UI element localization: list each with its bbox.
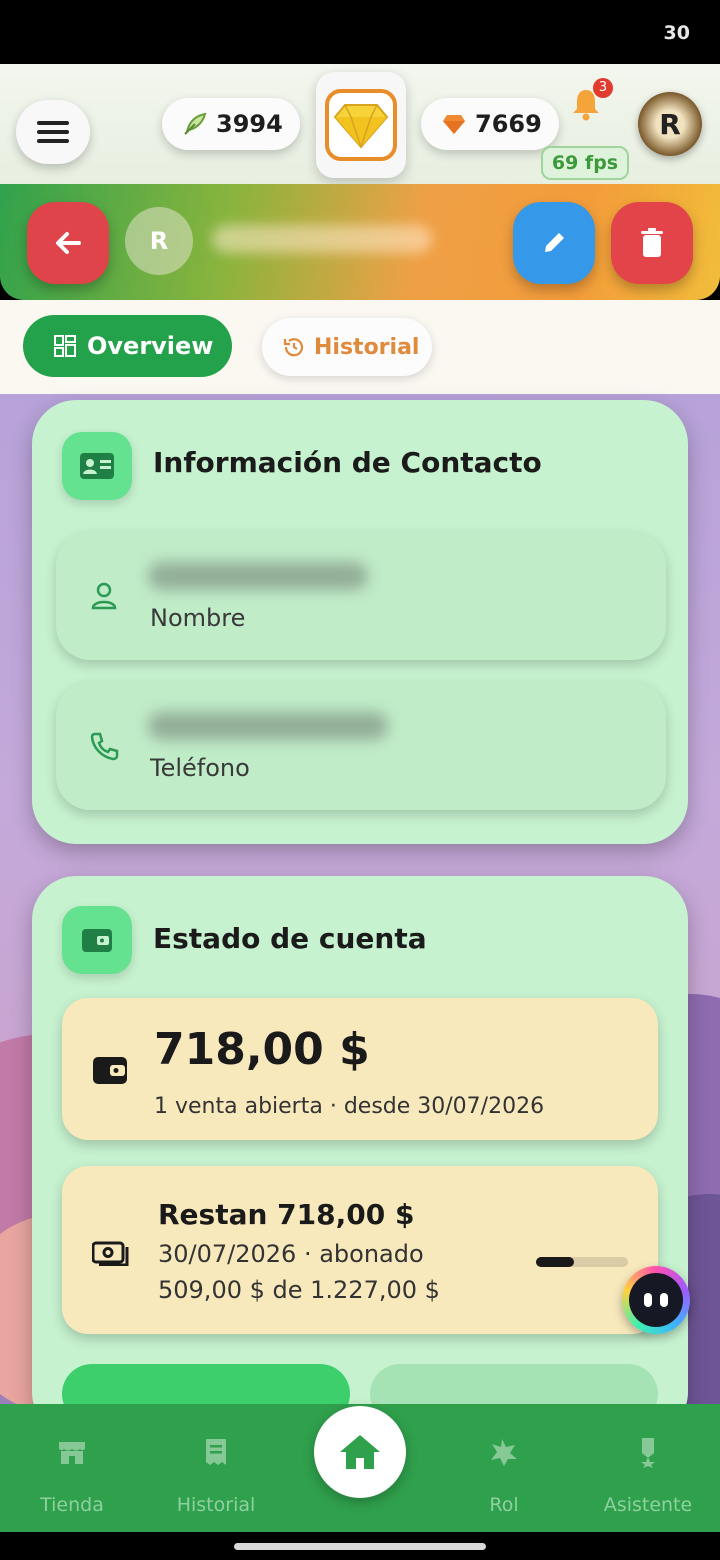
name-value-redacted xyxy=(148,562,368,590)
home-icon xyxy=(340,1435,380,1469)
contact-card-icon xyxy=(62,432,132,500)
edit-button[interactable] xyxy=(513,202,595,284)
paid-progress-fill xyxy=(536,1257,575,1267)
profile-initial: R xyxy=(659,107,681,141)
nav-label-rol: Rol xyxy=(489,1494,519,1516)
arrow-left-icon xyxy=(56,232,81,254)
gem-currency-pill[interactable]: 7669 xyxy=(421,98,559,150)
tab-overview-label: Overview xyxy=(87,332,214,360)
store-icon xyxy=(59,1442,85,1464)
notification-badge: 3 xyxy=(593,78,613,98)
nav-item-asistente[interactable]: Asistente xyxy=(576,1404,720,1532)
phone-value-redacted xyxy=(148,712,388,740)
phone-label: Teléfono xyxy=(150,754,250,782)
balance-amount: 718,00 $ xyxy=(154,1024,370,1075)
gem-icon xyxy=(439,109,469,139)
nav-label-tienda: Tienda xyxy=(40,1494,104,1516)
remaining-date-line: 30/07/2026 · abonado xyxy=(158,1240,424,1268)
hamburger-icon xyxy=(37,121,69,143)
client-name-redacted xyxy=(212,225,432,253)
menu-button[interactable] xyxy=(16,100,90,164)
account-status-card: Estado de cuenta xyxy=(32,876,688,1436)
tab-historial-label: Historial xyxy=(314,334,420,360)
diamond-icon xyxy=(333,104,389,149)
delete-button[interactable] xyxy=(611,202,693,284)
account-card-icon xyxy=(62,906,132,974)
name-field[interactable]: Nombre xyxy=(56,532,666,660)
history-icon xyxy=(283,338,304,357)
phone-field[interactable]: Teléfono xyxy=(56,682,666,810)
fps-counter: 69 fps xyxy=(541,146,629,180)
contact-card-title: Información de Contacto xyxy=(153,446,542,479)
tab-historial[interactable]: Historial xyxy=(262,318,432,376)
person-icon xyxy=(91,582,117,610)
cash-icon xyxy=(92,1241,129,1266)
back-button[interactable] xyxy=(27,202,109,284)
nav-label-asistente: Asistente xyxy=(603,1494,693,1516)
gem-count: 7669 xyxy=(475,110,542,138)
nav-label-historial: Historial xyxy=(176,1494,256,1516)
status-bar: 30 xyxy=(0,0,720,64)
name-label: Nombre xyxy=(150,604,246,632)
feather-count: 3994 xyxy=(216,110,283,138)
nav-item-rol[interactable]: Rol xyxy=(432,1404,576,1532)
receipt-icon xyxy=(206,1439,226,1465)
tab-overview[interactable]: Overview xyxy=(23,315,232,377)
home-indicator[interactable] xyxy=(234,1543,486,1550)
nav-item-tienda[interactable]: Tienda xyxy=(0,1404,144,1532)
medal-icon xyxy=(641,1438,655,1468)
diamond-store-button[interactable] xyxy=(316,72,406,178)
profile-avatar[interactable]: R xyxy=(638,92,702,156)
remaining-amount: Restan 718,00 $ xyxy=(158,1198,415,1231)
robot-face-icon xyxy=(629,1273,683,1327)
top-app-bar: 3994 7669 3 69 fps R xyxy=(0,64,720,188)
trash-icon xyxy=(641,228,663,257)
balance-panel[interactable]: 718,00 $ 1 venta abierta · desde 30/07/2… xyxy=(62,998,658,1140)
balance-subtitle: 1 venta abierta · desde 30/07/2026 xyxy=(154,1094,545,1119)
wallet-icon xyxy=(93,1057,127,1084)
badge-icon xyxy=(491,1439,517,1466)
home-button[interactable] xyxy=(314,1406,406,1498)
feather-currency-pill[interactable]: 3994 xyxy=(162,98,300,150)
nav-item-historial[interactable]: Historial xyxy=(144,1404,288,1532)
account-card-title: Estado de cuenta xyxy=(153,922,427,955)
phone-icon xyxy=(90,732,119,761)
remaining-paid-line: 509,00 $ de 1.227,00 $ xyxy=(158,1276,440,1304)
pencil-icon xyxy=(545,233,564,252)
assistant-bubble[interactable] xyxy=(622,1266,690,1334)
client-avatar: R xyxy=(125,207,193,275)
dashboard-icon xyxy=(54,335,76,357)
feather-icon xyxy=(180,109,210,139)
status-time: 30 xyxy=(663,22,690,44)
paid-progress-bar xyxy=(536,1257,628,1267)
remaining-panel[interactable]: Restan 718,00 $ 30/07/2026 · abonado 509… xyxy=(62,1166,658,1334)
